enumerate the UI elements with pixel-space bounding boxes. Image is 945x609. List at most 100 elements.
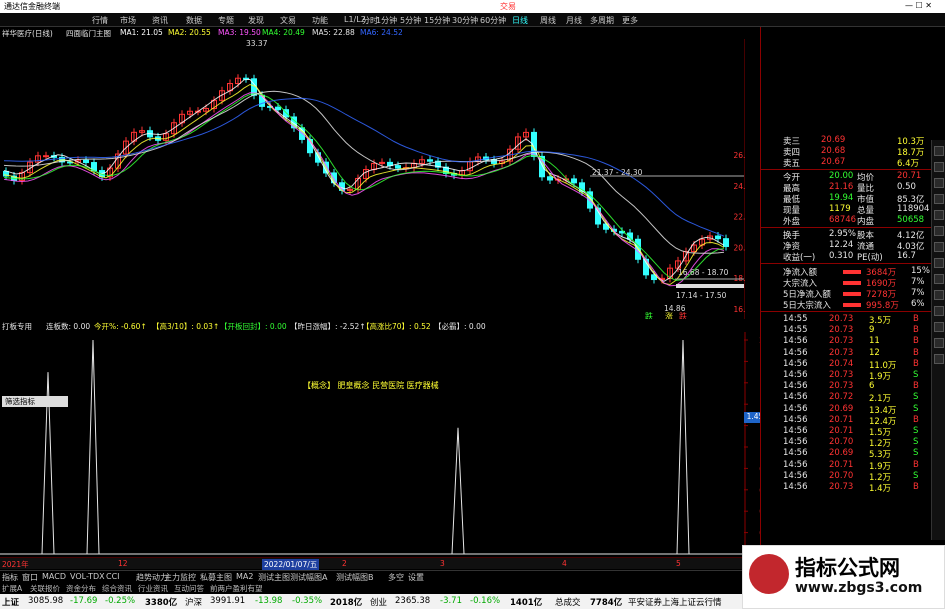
side-toolbar[interactable] <box>931 140 945 540</box>
tool-icon[interactable] <box>934 322 944 332</box>
period-tab[interactable]: 更多 <box>622 15 638 26</box>
indicator-tab[interactable]: MACD <box>42 572 66 581</box>
tick-volume: 1.5万 <box>869 428 892 438</box>
tool-icon[interactable] <box>934 162 944 172</box>
extend-tab[interactable]: 互动问答 <box>174 583 204 594</box>
period-tab[interactable]: 30分钟 <box>452 15 478 26</box>
indicator-tab[interactable]: VOL-TDX <box>70 572 105 581</box>
extend-tab[interactable]: 关联报价 <box>30 583 60 594</box>
spike-mark <box>451 427 465 555</box>
menu-item[interactable]: 专题 <box>218 15 234 26</box>
tool-icon[interactable] <box>934 306 944 316</box>
tick-price: 20.70 <box>829 470 854 481</box>
sz-change: -13.98 <box>255 596 283 606</box>
indicator-tab[interactable]: 测试幅图B <box>336 572 374 583</box>
tool-icon[interactable] <box>934 146 944 156</box>
period-tab[interactable]: 多周期 <box>590 15 614 26</box>
tick-price: 20.73 <box>829 336 854 347</box>
menu-item[interactable]: 行情 <box>92 15 108 26</box>
indicator-tab[interactable]: 设置 <box>408 572 424 583</box>
ma-value: MA5: 22.88 <box>312 28 355 37</box>
menu-item[interactable]: 发现 <box>248 15 264 26</box>
indicator-tab[interactable]: 测试主图 <box>258 572 290 583</box>
tick-price: 20.73 <box>829 381 854 392</box>
stat-value: 19.94 <box>829 193 854 203</box>
menu-item[interactable]: 文易 <box>280 15 296 26</box>
menu-item[interactable]: 市场 <box>120 15 136 26</box>
indicator-tab[interactable]: 指标 <box>2 572 18 583</box>
tick-direction: S <box>913 370 919 380</box>
tool-icon[interactable] <box>934 354 944 364</box>
sub-indicator-chart[interactable]: 2.001.801.601.401.201.000.800.600.400.20… <box>0 332 780 557</box>
cy-label: 创业 <box>370 598 388 608</box>
indicator-tab[interactable]: MA2 <box>236 572 253 581</box>
period-tab[interactable]: 5分钟 <box>400 15 421 26</box>
cy-index: 2365.38 <box>395 596 431 606</box>
app-title: 通达信金融终端 <box>4 2 60 11</box>
tick-direction: B <box>913 347 919 358</box>
tool-icon[interactable] <box>934 274 944 284</box>
divider <box>761 169 945 170</box>
tool-icon[interactable] <box>934 290 944 300</box>
tick-time: 14:56 <box>783 437 808 448</box>
window-controls[interactable]: — ☐ ✕ <box>905 1 932 10</box>
period-tab[interactable]: 周线 <box>540 15 556 26</box>
date-axis-label: 4 <box>562 559 567 568</box>
flow-label: 5日大宗流入 <box>783 301 831 311</box>
indicator-tab[interactable]: CCI <box>106 572 120 581</box>
tool-icon[interactable] <box>934 194 944 204</box>
period-tab[interactable]: 1分钟 <box>376 15 397 26</box>
tick-direction: B <box>913 314 919 324</box>
indicator-tab[interactable]: 多空 <box>388 572 404 583</box>
price-annotation: 33.37 <box>246 39 268 48</box>
main-indicator-name[interactable]: 四面临门主图 <box>66 28 111 39</box>
sz-index: 3991.91 <box>210 596 246 606</box>
indicator-tab[interactable]: 窗口 <box>22 572 38 583</box>
tick-time: 14:56 <box>783 414 808 425</box>
period-tab[interactable]: 60分钟 <box>480 15 506 26</box>
period-tab[interactable]: 日线 <box>512 15 528 26</box>
period-tab[interactable]: 月线 <box>566 15 582 26</box>
spike-mark <box>676 339 690 555</box>
indicator-tab[interactable]: 主力监控 <box>164 572 196 583</box>
tool-icon[interactable] <box>934 226 944 236</box>
flow-value: 995.8万 <box>866 301 899 311</box>
tool-icon[interactable] <box>934 210 944 220</box>
candle <box>571 178 577 184</box>
extend-tab[interactable]: 资金分布 <box>66 583 96 594</box>
total-label: 总成交 <box>555 598 581 608</box>
signal-marker: 跌 <box>645 311 653 319</box>
trade-button[interactable]: 交易 <box>500 1 516 12</box>
extend-tab[interactable]: 扩展A <box>2 583 22 594</box>
menu-item[interactable]: 数据 <box>186 15 202 26</box>
period-tab[interactable]: 15分钟 <box>424 15 450 26</box>
sh-pct: -0.25% <box>105 596 136 606</box>
ma-info-bar: 祥华医疗(日线) 四面临门主图 MA1: 21.05 MA2: 20.55 MA3:… <box>0 27 760 39</box>
stat-value: 0.50 <box>897 182 916 192</box>
indicator-tab[interactable]: 测试幅图A <box>290 572 327 583</box>
ma-value: MA1: 21.05 <box>120 28 163 37</box>
divider <box>761 227 945 228</box>
extend-tab[interactable]: 综合资讯 <box>102 583 132 594</box>
filter-button[interactable]: 筛选指标 <box>2 396 68 407</box>
menu-item[interactable]: 资讯 <box>152 15 168 26</box>
moving-average-line <box>3 78 725 282</box>
indicator-name[interactable]: 打板专用 <box>2 321 32 332</box>
tick-time: 14:56 <box>783 392 808 403</box>
tool-icon[interactable] <box>934 242 944 252</box>
price-axis-label: 24.00 <box>734 182 745 191</box>
menu-item[interactable]: 功能 <box>312 15 328 26</box>
sh-amount: 3380亿 <box>145 598 178 608</box>
indicator-tab[interactable]: 私募主图 <box>200 572 232 583</box>
tool-icon[interactable] <box>934 178 944 188</box>
tool-icon[interactable] <box>934 338 944 348</box>
tick-price: 20.71 <box>829 459 854 470</box>
tick-row: 14:56 20.74 11.0万 B <box>761 359 945 371</box>
tool-icon[interactable] <box>934 258 944 268</box>
tick-volume: 6 <box>869 381 875 392</box>
extend-tab[interactable]: 行业资讯 <box>138 583 168 594</box>
candlestick-chart[interactable]: 26.0024.0022.0020.0018.0016.0033.3721.37… <box>0 39 745 319</box>
moving-average-line <box>3 93 725 281</box>
extend-tab[interactable]: 前两户盈利有望 <box>210 583 263 594</box>
tick-volume: 1.9万 <box>869 461 892 472</box>
